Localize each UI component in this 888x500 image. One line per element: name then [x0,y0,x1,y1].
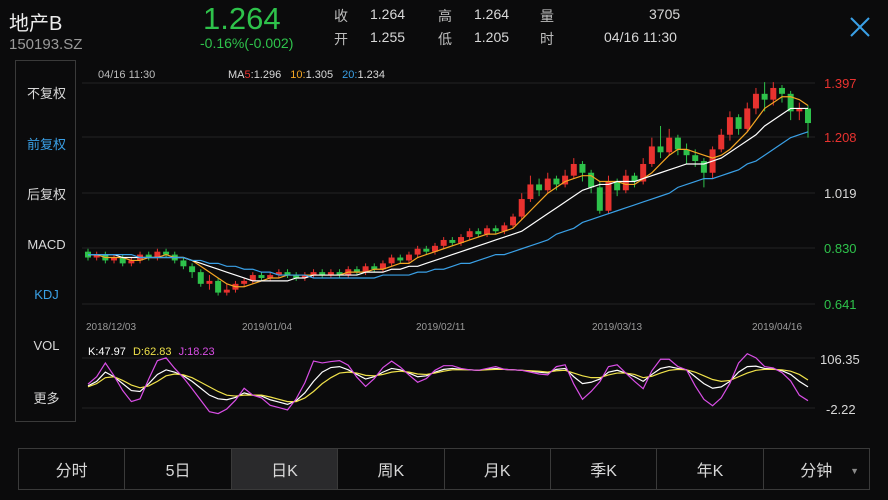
ma10-label: 10: [290,69,305,81]
kdj-legend: K:47.97 D:62.83 J:18.23 [88,346,215,358]
candle-body [241,280,248,284]
ma20-value: 1.234 [357,69,385,81]
candle-body [570,163,577,176]
candle-body [449,239,456,243]
x-label-3: 2019/02/11 [416,322,466,333]
candle-body [475,231,482,235]
candle-body [666,137,673,153]
candle-body [440,239,447,246]
candle-body [579,163,586,173]
ma10-line [88,107,808,282]
candle-body [197,272,204,284]
tab-yearly-k[interactable]: 年K [657,449,764,489]
ma5-value: 1.296 [254,69,282,81]
x-label-1: 2018/12/03 [86,322,136,333]
x-label-4: 2019/03/13 [592,322,642,333]
candle-body [648,146,655,164]
candle-body [752,93,759,109]
candle-body [735,117,742,129]
kdj-k-line [87,365,809,406]
kdj-d-label: D:62.83 [133,346,172,358]
y-tick-4: 0.830 [824,241,857,256]
candle-body [510,216,517,226]
ma5-line [88,96,809,288]
candle-body [544,178,551,191]
y-tick-3: 1.019 [824,186,857,201]
kline-chart[interactable]: 04/16 11:30 MA5:1.296 10:1.305 20:1.234 … [0,0,888,445]
candle-body [527,184,534,200]
kdj-k-label: K:47.97 [88,346,126,358]
ma10-value: 1.305 [306,69,334,81]
candle-body [206,280,213,284]
candle-body [718,134,725,150]
candles-layer [85,82,811,296]
x-label-2: 2019/01/04 [242,322,292,333]
kdj-j-label: J:18.23 [179,346,215,358]
candle-body [778,87,785,94]
tab-minute[interactable]: 分钟 ▼ [764,449,869,489]
kdj-d-line [87,368,809,403]
kdj-y-tick-bottom: -2.22 [826,402,856,417]
candle-body [466,231,473,238]
candle-body [622,175,629,191]
ma-legend: MA5:1.296 10:1.305 20:1.234 [228,69,385,81]
candle-body [388,257,395,264]
ma5-label-prefix: MA [228,69,245,81]
candle-body [588,172,595,188]
kdj-lines-layer [87,352,809,415]
candle-body [553,178,560,185]
candle-body [536,184,543,191]
candle-body [215,280,222,293]
candle-body [805,108,811,124]
candle-body [414,248,421,255]
tab-weekly-k[interactable]: 周K [338,449,445,489]
candle-body [189,266,196,273]
tab-monthly-k[interactable]: 月K [445,449,551,489]
y-tick-5: 0.641 [824,297,857,312]
candle-body [405,254,412,261]
main-grid [82,82,815,409]
tab-intraday[interactable]: 分时 [19,449,126,489]
candle-body [596,187,603,211]
candle-body [692,155,699,162]
candle-body [223,289,230,293]
kdj-j-line [87,352,809,415]
candle-body [605,181,612,211]
ma20-label: 20: [342,69,357,81]
tab-5day[interactable]: 5日 [125,449,232,489]
tab-quarterly-k[interactable]: 季K [551,449,658,489]
candle-body [674,137,681,150]
candle-body [744,108,751,129]
candle-body [770,87,777,100]
candle-body [657,146,664,153]
chevron-down-icon: ▼ [850,466,859,476]
tab-minute-label: 分钟 [800,463,833,480]
period-tabs: 分时 5日 日K 周K 月K 季K 年K 分钟 ▼ [18,448,870,490]
tab-daily-k[interactable]: 日K [231,449,339,489]
candle-body [492,228,499,232]
y-tick-2: 1.208 [824,130,857,145]
candle-body [518,199,525,217]
candle-body [258,275,265,278]
ma-lines-layer [88,96,809,288]
y-tick-1: 1.397 [824,76,857,91]
candle-body [761,93,768,100]
candle-body [397,257,404,261]
candle-body [180,260,187,267]
chart-timestamp: 04/16 11:30 [98,69,155,81]
candle-body [423,248,430,252]
candle-body [484,228,491,235]
x-label-5: 2019/04/16 [752,322,802,333]
candle-body [726,117,733,135]
kdj-y-tick-top: 106.35 [820,352,860,367]
